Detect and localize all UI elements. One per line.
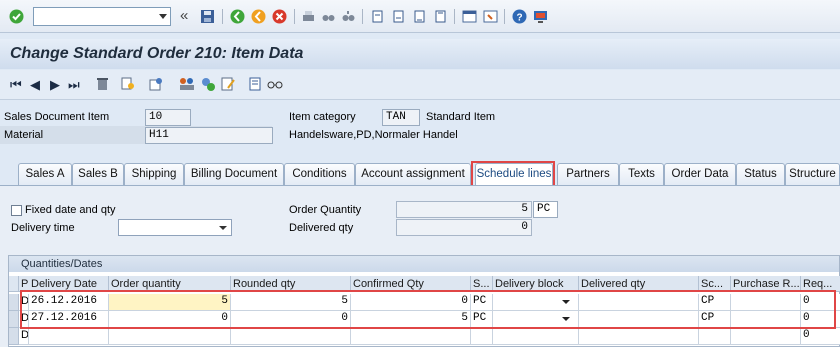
prev-page-icon[interactable] [390, 8, 407, 25]
table-title: Quantities/Dates [9, 256, 839, 272]
enter-icon[interactable] [8, 8, 25, 25]
order-quantity-field[interactable]: 5 [396, 201, 532, 218]
order-quantity-unit[interactable]: PC [533, 201, 558, 218]
back-icon[interactable] [229, 8, 246, 25]
tab-shipping[interactable]: Shipping [124, 163, 184, 185]
command-field[interactable] [33, 7, 171, 26]
display-doc-flow-icon[interactable] [120, 76, 136, 93]
next-item-icon[interactable]: ▶ [50, 76, 60, 93]
toolbar-separator [222, 9, 223, 24]
order-quantity-label: Order Quantity [289, 204, 362, 216]
back-arrows-icon[interactable]: « [180, 7, 188, 24]
new-session-icon[interactable] [461, 8, 478, 25]
exit-icon[interactable] [250, 8, 267, 25]
tab-account-assignment[interactable]: Account assignment [355, 163, 471, 185]
material-description: Handelsware,PD,Normaler Handel [289, 129, 458, 141]
first-page-icon[interactable] [369, 8, 386, 25]
cell-delivered-qty [579, 328, 699, 345]
fixed-date-checkbox[interactable] [11, 205, 22, 216]
cancel-icon[interactable] [271, 8, 288, 25]
notes-icon[interactable] [220, 76, 236, 93]
cell-p: D [19, 328, 29, 345]
tab-structure[interactable]: Structure [785, 163, 840, 185]
row-selector[interactable] [9, 311, 19, 328]
cell-delivery-block[interactable] [493, 328, 579, 345]
toolbar-separator [504, 9, 505, 24]
chevron-down-icon[interactable] [219, 226, 227, 230]
delivery-time-select[interactable] [118, 219, 232, 236]
application-toolbar: ⏮ ◀ ▶ ⏭ [0, 70, 840, 100]
item-category-field: TAN [382, 109, 420, 126]
active-tab-highlight [471, 161, 555, 188]
save-icon[interactable] [199, 8, 216, 25]
tab-order-data[interactable]: Order Data [664, 163, 736, 185]
delivery-time-label: Delivery time [11, 222, 75, 234]
tab-billing-document[interactable]: Billing Document [184, 163, 284, 185]
toolbar-separator [362, 9, 363, 24]
print-icon[interactable] [300, 8, 317, 25]
cell-order-quantity[interactable] [109, 328, 231, 345]
system-toolbar: « ? [0, 0, 840, 33]
sales-doc-item-label: Sales Document Item [4, 111, 110, 123]
cell-purchase-req [731, 328, 801, 345]
first-item-icon[interactable]: ⏮ [10, 76, 22, 93]
tab-partners[interactable]: Partners [557, 163, 619, 185]
tab-texts[interactable]: Texts [619, 163, 664, 185]
tab-sales-b[interactable]: Sales B [72, 163, 124, 185]
tab-strip: Sales A Sales B Shipping Billing Documen… [0, 163, 840, 186]
delete-icon[interactable] [95, 76, 110, 93]
material-field: H11 [145, 127, 273, 144]
glasses-icon[interactable] [266, 76, 284, 93]
chevron-down-icon[interactable] [159, 14, 167, 19]
status-overview-icon[interactable] [148, 76, 164, 93]
config-icon[interactable] [200, 76, 216, 93]
delivered-qty-field: 0 [396, 219, 532, 236]
cell-sales-unit [471, 328, 493, 345]
row-selector[interactable] [9, 328, 19, 345]
help-icon[interactable]: ? [511, 8, 528, 25]
rows-highlight-box [20, 290, 836, 329]
prev-item-icon[interactable]: ◀ [30, 76, 40, 93]
table-row[interactable]: D 0 [9, 328, 840, 345]
item-category-label: Item category [289, 111, 356, 123]
last-item-icon[interactable]: ⏭ [68, 76, 80, 93]
toolbar-separator [454, 9, 455, 24]
find-next-icon[interactable] [340, 8, 357, 25]
svg-text:?: ? [516, 13, 522, 24]
next-page-icon[interactable] [411, 8, 428, 25]
fixed-date-label: Fixed date and qty [25, 204, 116, 216]
partner-icon[interactable] [178, 76, 196, 93]
customize-icon[interactable] [532, 8, 549, 25]
sales-doc-item-field: 10 [145, 109, 191, 126]
cell-delivery-date[interactable] [29, 328, 109, 345]
tab-status[interactable]: Status [736, 163, 785, 185]
title-bar: Change Standard Order 210: Item Data [0, 39, 840, 69]
cell-rounded-qty [231, 328, 351, 345]
row-selector-header[interactable] [9, 276, 19, 292]
cell-req: 0 [801, 328, 840, 345]
item-category-text: Standard Item [426, 111, 496, 123]
tab-sales-a[interactable]: Sales A [18, 163, 72, 185]
display-icon[interactable] [248, 76, 262, 93]
material-label: Material [4, 129, 44, 141]
delivered-qty-label: Delivered qty [289, 222, 354, 234]
last-page-icon[interactable] [432, 8, 449, 25]
page-title: Change Standard Order 210: Item Data [10, 45, 304, 62]
shortcut-icon[interactable] [482, 8, 499, 25]
toolbar-separator [294, 9, 295, 24]
cell-schedule-cat[interactable] [699, 328, 731, 345]
tab-conditions[interactable]: Conditions [284, 163, 355, 185]
cell-confirmed-qty [351, 328, 471, 345]
row-selector[interactable] [9, 294, 19, 311]
find-icon[interactable] [320, 8, 337, 25]
